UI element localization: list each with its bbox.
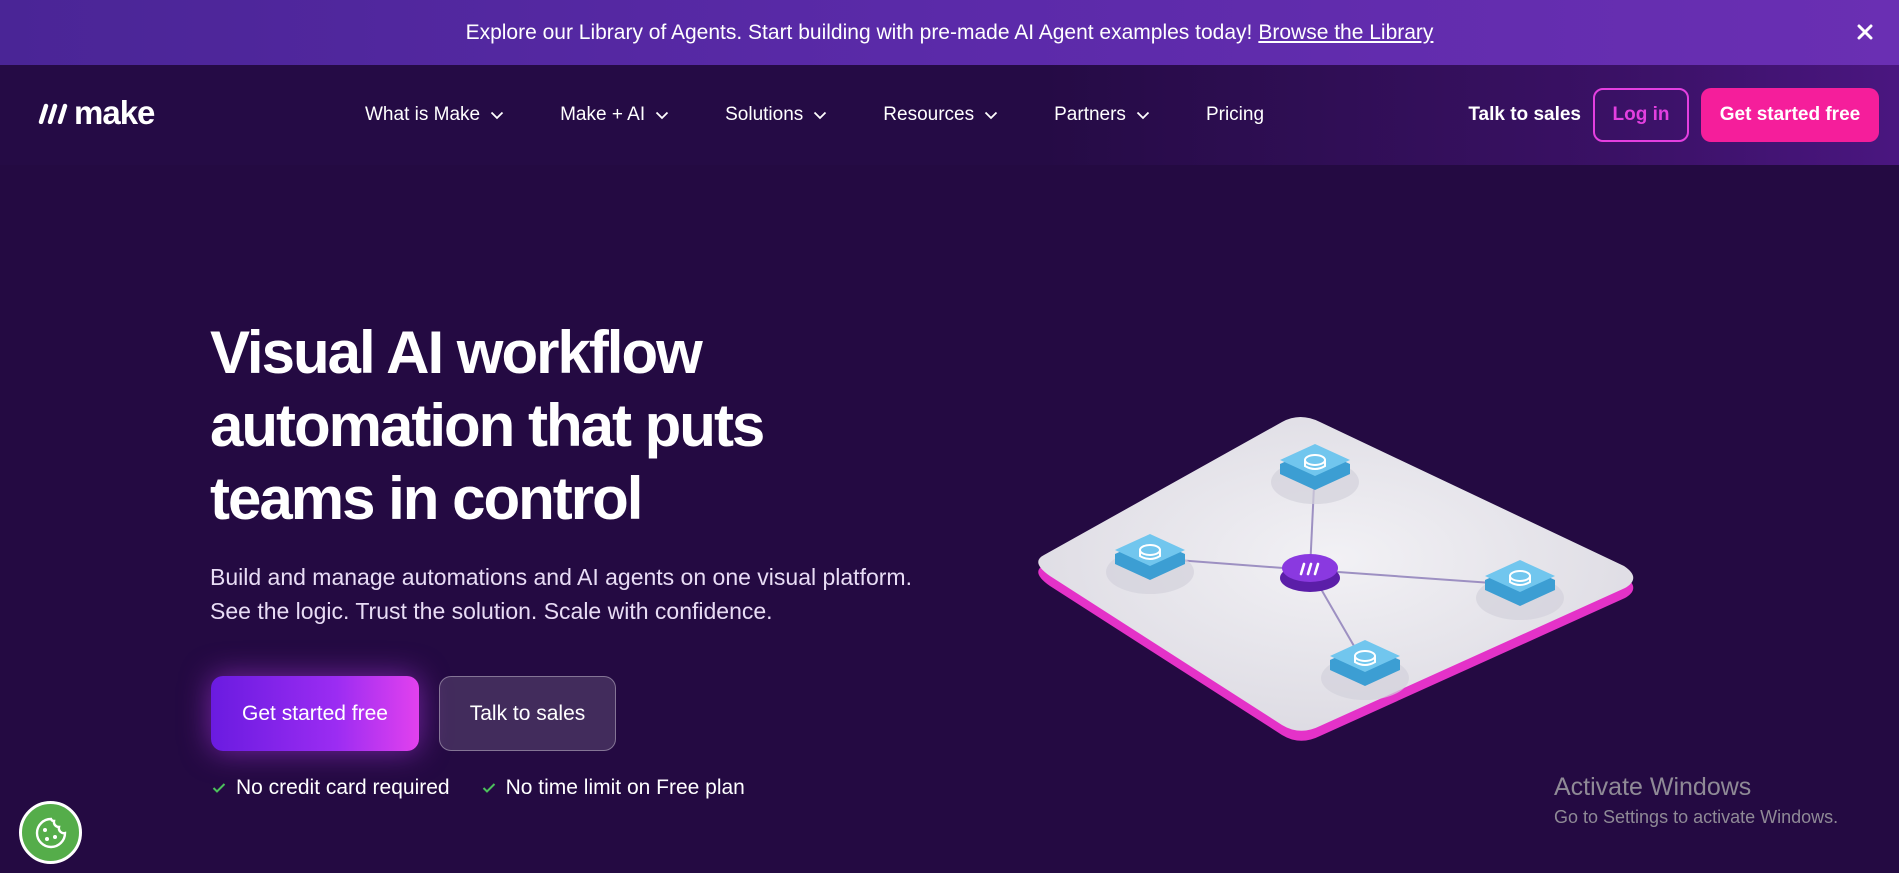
benefit-item: No time limit on Free plan <box>482 776 745 800</box>
nav-item-label: Solutions <box>725 104 804 125</box>
make-logo-icon <box>38 103 68 124</box>
announcement-banner: Explore our Library of Agents. Start bui… <box>0 0 1899 65</box>
talk-to-sales-button[interactable]: Talk to sales <box>439 676 616 751</box>
cookie-icon <box>35 817 66 848</box>
activate-windows-watermark: Activate Windows Go to Settings to activ… <box>1554 772 1838 830</box>
nav-menu: What is Make Make + AI Solutions Resourc… <box>365 99 1320 131</box>
nav-item-make-ai[interactable]: Make + AI <box>560 99 669 131</box>
hero-subtitle: Build and manage automations and AI agen… <box>210 564 912 624</box>
benefit-text: No time limit on Free plan <box>505 776 745 799</box>
check-icon <box>212 783 226 793</box>
main-navigation: make What is Make Make + AI Solutions Re… <box>0 65 1899 165</box>
get-started-button[interactable]: Get started free <box>211 676 419 751</box>
make-logo[interactable]: make <box>38 94 155 131</box>
nav-item-label: Partners <box>1054 104 1126 125</box>
chevron-down-icon <box>813 108 827 122</box>
watermark-subtitle: Go to Settings to activate Windows. <box>1554 807 1839 827</box>
benefit-list: No credit card required No time limit on… <box>212 776 745 800</box>
workflow-platform-illustration <box>1038 417 1634 741</box>
nav-item-label: Resources <box>883 104 975 125</box>
nav-item-what-is-make[interactable]: What is Make <box>365 99 504 131</box>
chevron-down-icon <box>490 108 504 122</box>
close-icon[interactable] <box>1849 16 1881 48</box>
hero-title: Visual AI workflow automation that puts … <box>210 319 765 532</box>
chevron-down-icon <box>1136 108 1150 122</box>
nav-item-label: What is Make <box>365 104 481 125</box>
banner-text: Explore our Library of Agents. Start bui… <box>465 20 1253 44</box>
chevron-down-icon <box>655 108 669 122</box>
watermark-title: Activate Windows <box>1554 773 1752 801</box>
get-started-nav-button[interactable]: Get started free <box>1701 88 1879 142</box>
benefit-text: No credit card required <box>236 776 450 799</box>
nav-item-resources[interactable]: Resources <box>883 99 998 131</box>
login-button[interactable]: Log in <box>1593 88 1689 142</box>
nav-item-solutions[interactable]: Solutions <box>725 99 827 131</box>
talk-to-sales-link[interactable]: Talk to sales <box>1468 104 1581 126</box>
nav-item-pricing[interactable]: Pricing <box>1206 99 1264 131</box>
benefit-item: No credit card required <box>212 776 450 800</box>
logo-wordmark: make <box>74 94 155 131</box>
nav-item-label: Pricing <box>1205 104 1265 125</box>
nav-item-label: Make + AI <box>560 104 646 125</box>
cookie-settings-button[interactable] <box>19 801 82 864</box>
chevron-down-icon <box>984 108 998 122</box>
make-hub-node <box>1280 554 1340 592</box>
check-icon <box>482 783 495 793</box>
nav-actions: Talk to sales Log in Get started free <box>1468 88 1879 142</box>
browse-library-link[interactable]: Browse the Library <box>1258 21 1433 45</box>
nav-item-partners[interactable]: Partners <box>1054 99 1150 131</box>
